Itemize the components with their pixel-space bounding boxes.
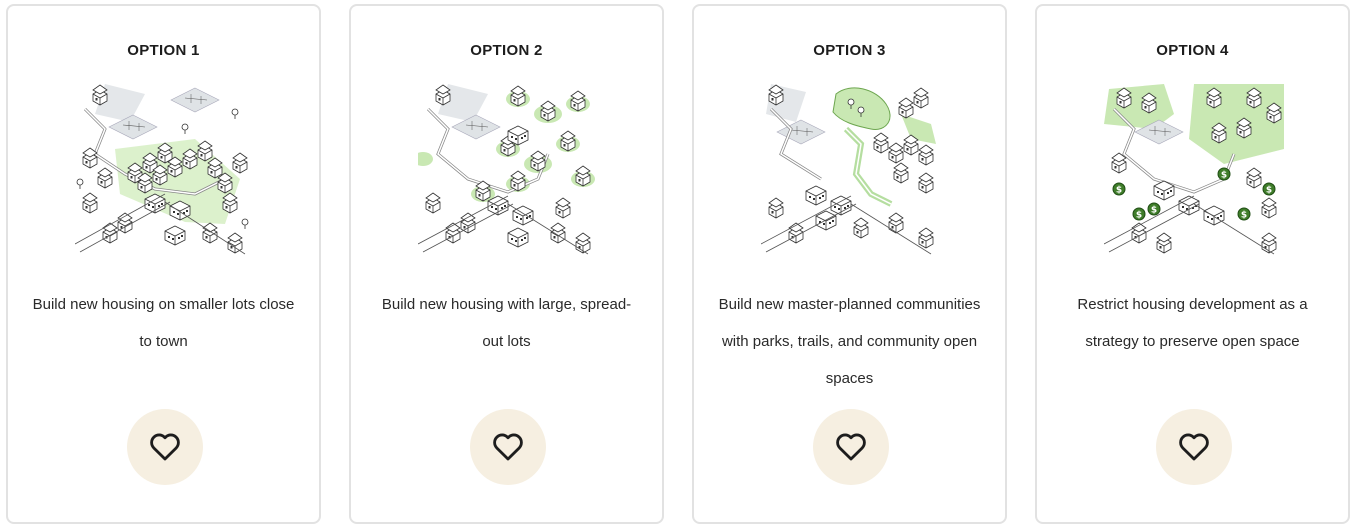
favorite-button[interactable] (470, 409, 546, 485)
option-title: OPTION 3 (813, 42, 886, 59)
options-row: OPTION 1 Build new housing on smaller lo… (6, 4, 1350, 524)
isometric-town-illustration-icon (1104, 84, 1284, 255)
favorite-button[interactable] (127, 409, 203, 485)
option-title: OPTION 2 (470, 42, 543, 59)
option-description: Build new housing on smaller lots close … (32, 296, 295, 350)
isometric-town-illustration-icon (75, 84, 249, 255)
favorite-button[interactable] (813, 409, 889, 485)
option-card-2[interactable]: OPTION 2 Build new housing with large, s… (349, 4, 664, 524)
option-description: Build new housing with large, spread-out… (381, 296, 632, 350)
isometric-town-illustration-icon (418, 84, 595, 255)
option-title: OPTION 4 (1156, 42, 1229, 59)
option-description: Restrict housing development as a strate… (1077, 296, 1308, 350)
option-card-4[interactable]: OPTION 4 Restrict housing development as… (1035, 4, 1350, 524)
heart-outline-icon (493, 433, 523, 461)
option-card-1[interactable]: OPTION 1 Build new housing on smaller lo… (6, 4, 321, 524)
option-card-3[interactable]: OPTION 3 Build new master-planned commun… (692, 4, 1007, 524)
favorite-button[interactable] (1156, 409, 1232, 485)
heart-outline-icon (1179, 433, 1209, 461)
option-title: OPTION 1 (127, 42, 200, 59)
option-description: Build new master-planned communities wit… (718, 296, 981, 387)
heart-outline-icon (150, 433, 180, 461)
isometric-town-illustration-icon (761, 84, 936, 255)
heart-outline-icon (836, 433, 866, 461)
